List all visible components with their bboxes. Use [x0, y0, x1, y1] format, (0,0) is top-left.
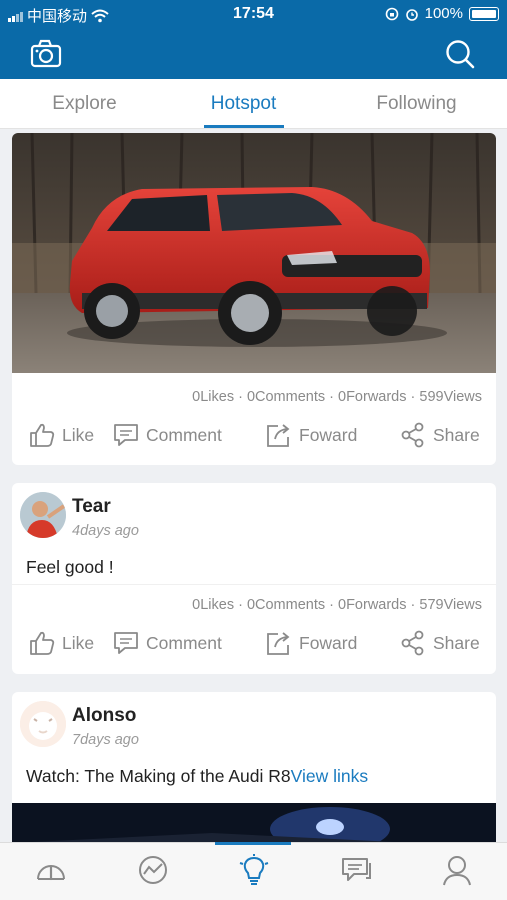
rotation-lock-icon: [385, 7, 398, 20]
avatar-image: [20, 492, 66, 538]
bottom-nav: [0, 842, 507, 900]
messages-icon[interactable]: [340, 853, 374, 887]
post-text-body: Watch: The Making of the Audi R8: [26, 766, 291, 786]
forward-icon: [267, 424, 290, 447]
comment-button[interactable]: Comment: [112, 415, 222, 455]
share-icon: [401, 630, 424, 656]
thumbs-up-icon: [30, 631, 55, 655]
post-stats: 0Likes · 0Comments · 0Forwards · 579View…: [192, 597, 482, 613]
thumbs-up-icon: [30, 423, 55, 447]
alarm-icon: [405, 8, 418, 21]
forward-label: Foward: [299, 632, 358, 653]
username[interactable]: Tear: [72, 496, 111, 518]
like-label: Like: [62, 632, 95, 653]
tab-hotspot[interactable]: Hotspot: [159, 79, 328, 129]
like-button[interactable]: Like: [28, 623, 94, 663]
tab-explore[interactable]: Explore: [0, 79, 169, 129]
top-bar: 中国移动 17:54 100%: [0, 0, 507, 79]
comment-label: Comment: [146, 424, 222, 445]
forward-button[interactable]: Foward: [265, 415, 357, 455]
search-icon[interactable]: [444, 38, 476, 70]
profile-icon[interactable]: [440, 853, 474, 887]
share-icon: [401, 422, 424, 448]
post-card[interactable]: Alonso 7days ago Watch: The Making of th…: [12, 692, 496, 852]
post-text: Feel good !: [26, 557, 114, 577]
post-text: Watch: The Making of the Audi R8View lin…: [26, 766, 368, 787]
trend-icon[interactable]: [136, 853, 170, 887]
nav-indicator: [215, 842, 291, 845]
username[interactable]: Alonso: [72, 705, 136, 727]
comment-button[interactable]: Comment: [112, 623, 222, 663]
status-bar: 中国移动 17:54 100%: [0, 0, 507, 28]
tab-indicator: [204, 125, 284, 128]
post-card[interactable]: 0Likes · 0Comments · 0Forwards · 599View…: [12, 133, 496, 465]
divider: [12, 584, 496, 585]
comment-icon: [114, 632, 138, 654]
tab-bar: Explore Hotspot Following: [0, 79, 507, 129]
comment-icon: [114, 424, 138, 446]
comment-label: Comment: [146, 632, 222, 653]
dashboard-icon[interactable]: [34, 853, 68, 887]
view-links-link[interactable]: View links: [291, 766, 369, 786]
post-actions: Like Comment Foward Share: [12, 415, 496, 455]
avatar[interactable]: [20, 492, 66, 538]
post-time: 7days ago: [72, 732, 139, 748]
like-label: Like: [62, 424, 95, 445]
post-actions: Like Comment Foward Share: [12, 623, 496, 663]
avatar[interactable]: [20, 701, 66, 747]
battery-icon: [469, 6, 499, 21]
lightbulb-icon[interactable]: [237, 853, 271, 887]
post-card[interactable]: Tear 4days ago Feel good ! 0Likes · 0Com…: [12, 483, 496, 674]
share-label: Share: [433, 632, 480, 653]
forward-label: Foward: [299, 424, 358, 445]
tab-following[interactable]: Following: [332, 79, 501, 129]
post-stats: 0Likes · 0Comments · 0Forwards · 599View…: [192, 389, 482, 405]
share-label: Share: [433, 424, 480, 445]
battery-percent: 100%: [424, 5, 463, 22]
red-suv-photo: [12, 133, 496, 373]
post-image[interactable]: [12, 133, 496, 373]
camera-icon[interactable]: [30, 38, 62, 70]
share-button[interactable]: Share: [399, 623, 480, 663]
forward-icon: [267, 632, 290, 655]
forward-button[interactable]: Foward: [265, 623, 357, 663]
avatar-image: [20, 701, 66, 747]
share-button[interactable]: Share: [399, 415, 480, 455]
post-time: 4days ago: [72, 523, 139, 539]
like-button[interactable]: Like: [28, 415, 94, 455]
